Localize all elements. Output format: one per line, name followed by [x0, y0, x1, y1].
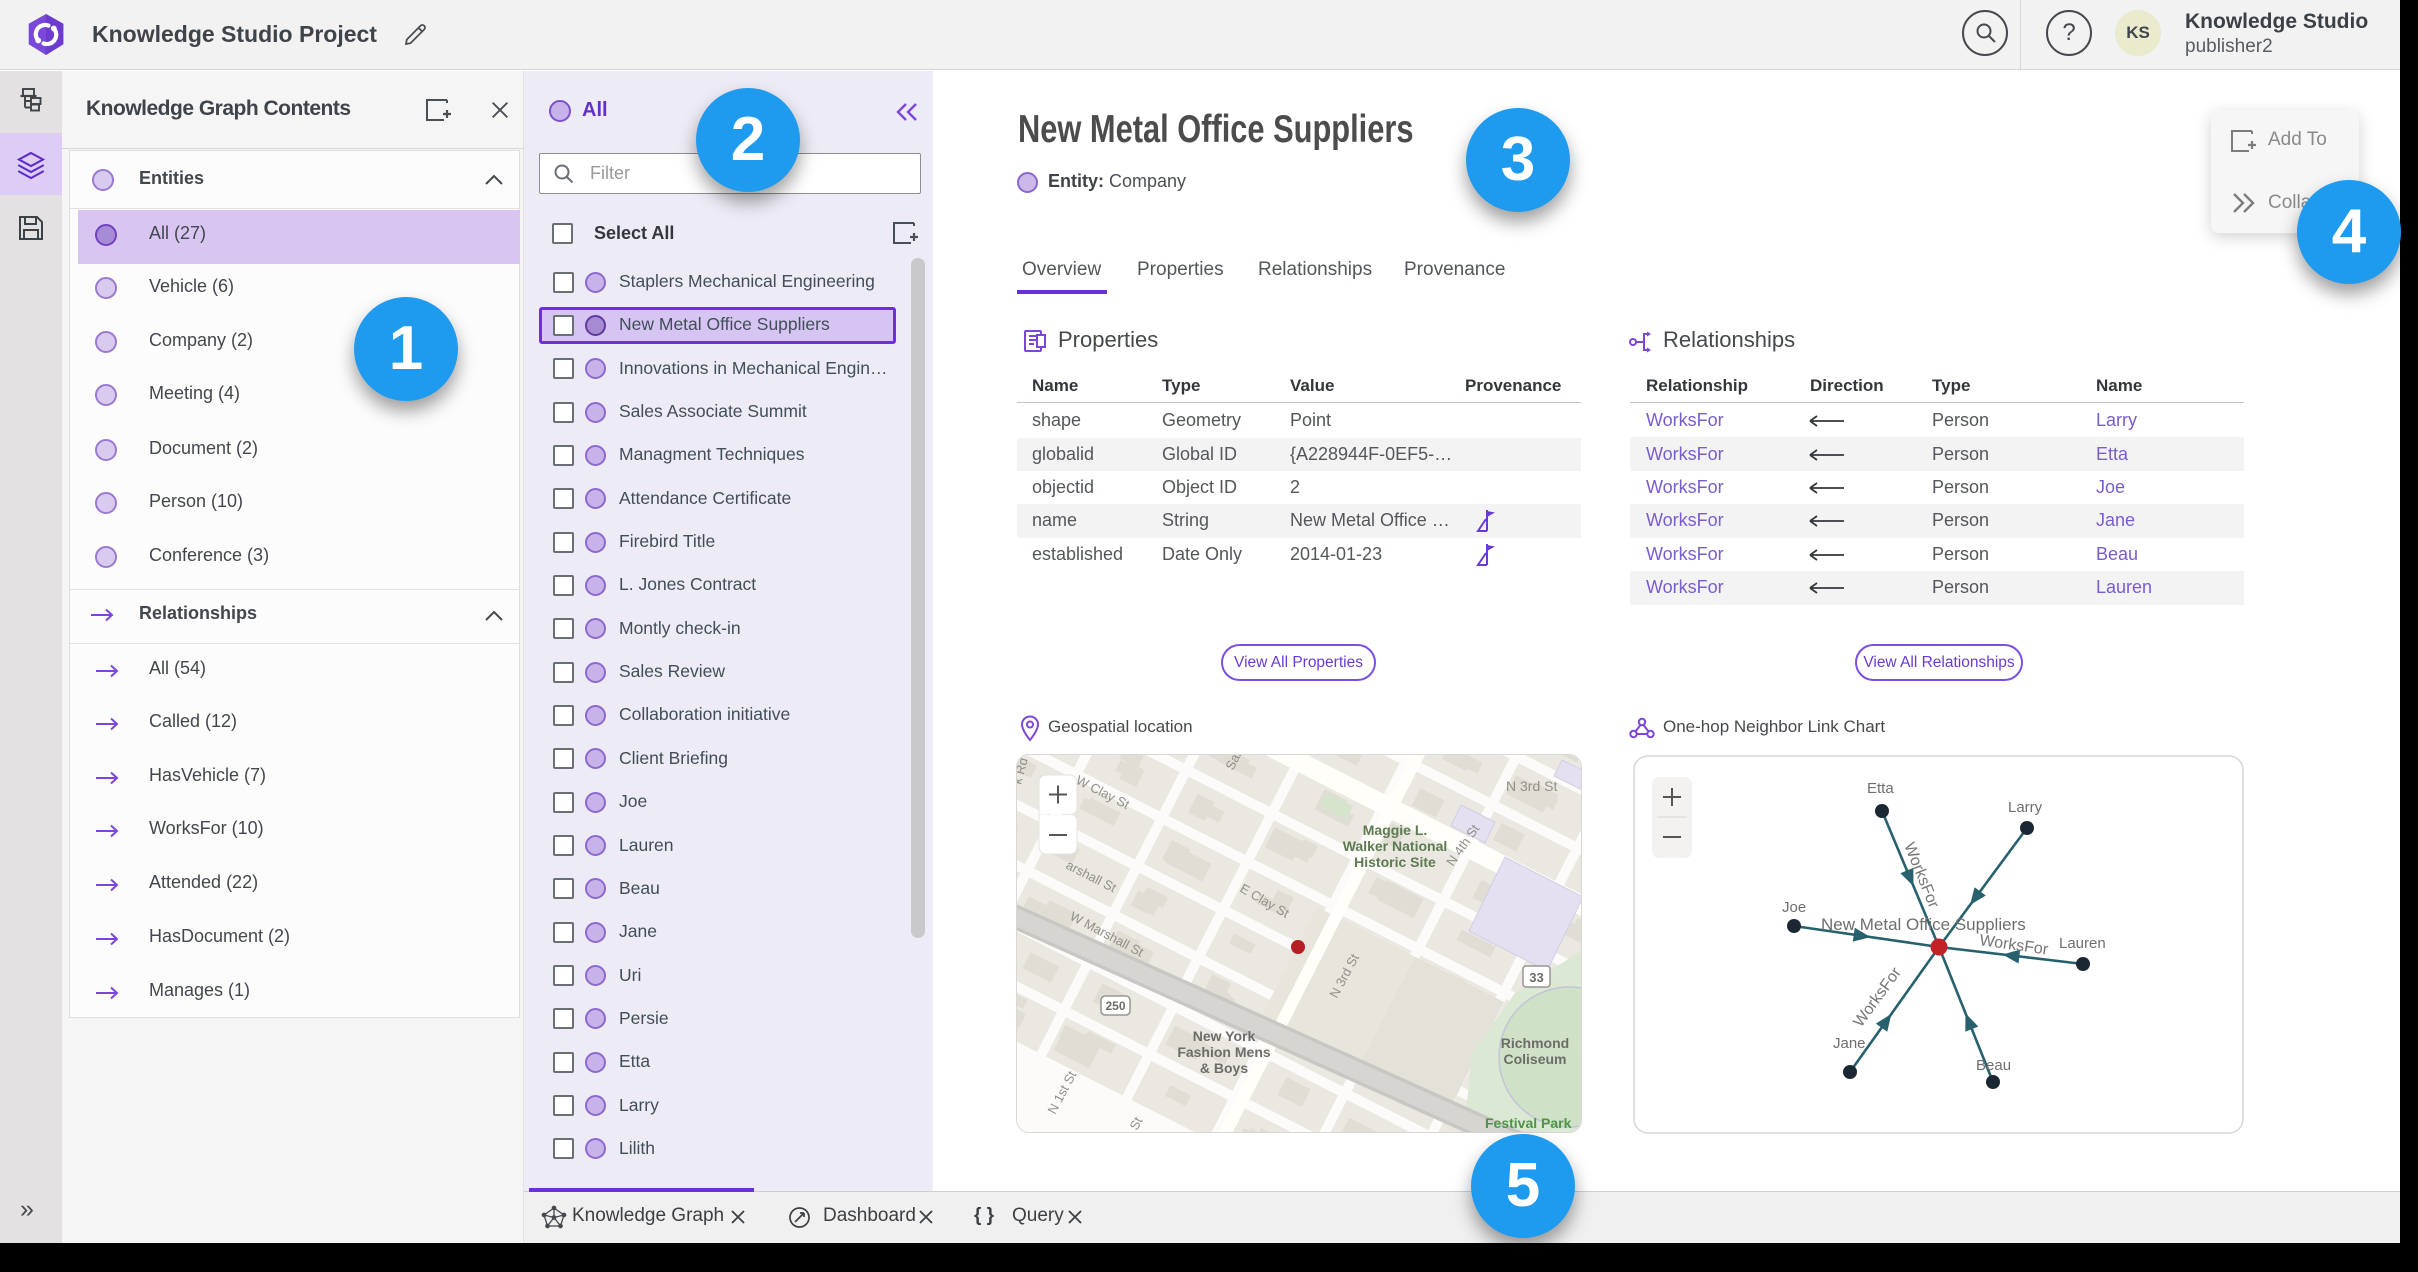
svg-text:New Metal Office Suppliers: New Metal Office Suppliers	[1821, 915, 2026, 934]
svg-text:& Boys: & Boys	[1200, 1060, 1248, 1076]
svg-text:Fashion Mens: Fashion Mens	[1177, 1044, 1271, 1060]
svg-text:33: 33	[1529, 970, 1543, 985]
svg-text:250: 250	[1105, 999, 1125, 1013]
svg-text:Jane: Jane	[1833, 1035, 1866, 1052]
svg-text:Beau: Beau	[1976, 1057, 2011, 1074]
svg-text:N 3rd St: N 3rd St	[1506, 778, 1557, 794]
svg-text:Coliseum: Coliseum	[1503, 1051, 1566, 1067]
svg-text:New York: New York	[1193, 1028, 1256, 1044]
svg-text:Historic Site: Historic Site	[1354, 854, 1436, 870]
svg-text:Etta: Etta	[1867, 780, 1894, 797]
svg-text:Festival Park: Festival Park	[1485, 1115, 1572, 1131]
svg-text:Larry: Larry	[2008, 799, 2043, 816]
svg-text:Richmond: Richmond	[1501, 1035, 1569, 1051]
svg-text:Walker National: Walker National	[1343, 838, 1448, 854]
svg-text:Lauren: Lauren	[2059, 935, 2106, 952]
svg-text:Joe: Joe	[1782, 899, 1806, 916]
svg-text:Maggie L.: Maggie L.	[1363, 822, 1428, 838]
